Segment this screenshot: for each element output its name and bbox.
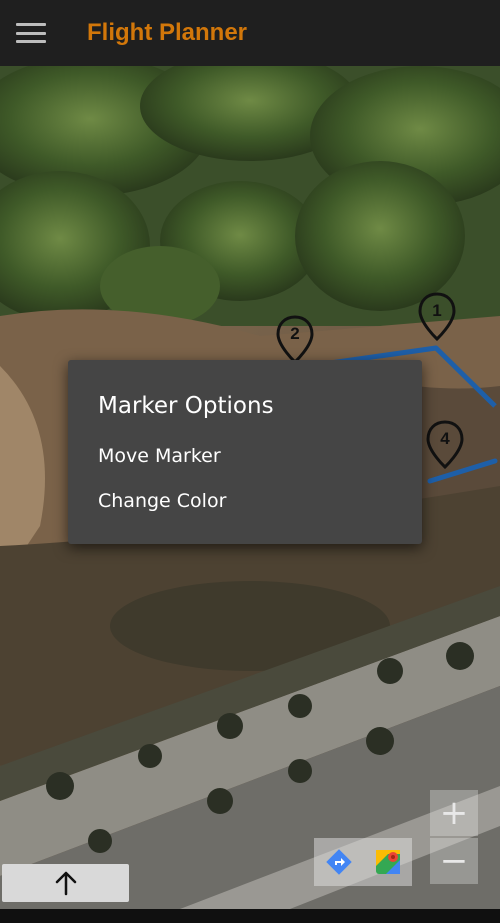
expand-panel-button[interactable] [2, 864, 129, 902]
waypoint-marker-2[interactable]: 2 [275, 315, 315, 365]
hamburger-menu-icon [16, 23, 46, 43]
directions-icon [325, 849, 352, 875]
menu-button[interactable] [0, 0, 62, 66]
change-color-option[interactable]: Change Color [98, 490, 226, 512]
waypoint-label: 4 [440, 429, 450, 448]
zoom-in-button[interactable]: + [430, 790, 478, 836]
arrow-up-icon [55, 871, 76, 896]
open-google-maps-button[interactable] [363, 838, 412, 886]
bottom-edge [0, 909, 500, 923]
app-bar: Flight Planner [0, 0, 500, 66]
waypoint-label: 1 [432, 301, 442, 320]
app-title: Flight Planner [87, 19, 248, 46]
map-toolbar [314, 838, 412, 886]
move-marker-option[interactable]: Move Marker [98, 445, 221, 467]
waypoint-marker-4[interactable]: 4 [425, 420, 465, 470]
waypoint-marker-1[interactable]: 1 [417, 292, 457, 342]
marker-options-dialog: Marker Options Move Marker Change Color [68, 360, 422, 544]
google-maps-icon [375, 850, 400, 874]
directions-button[interactable] [314, 838, 363, 886]
zoom-out-button[interactable]: − [430, 838, 478, 884]
dialog-title: Marker Options [98, 393, 274, 419]
waypoint-label: 2 [290, 324, 300, 343]
